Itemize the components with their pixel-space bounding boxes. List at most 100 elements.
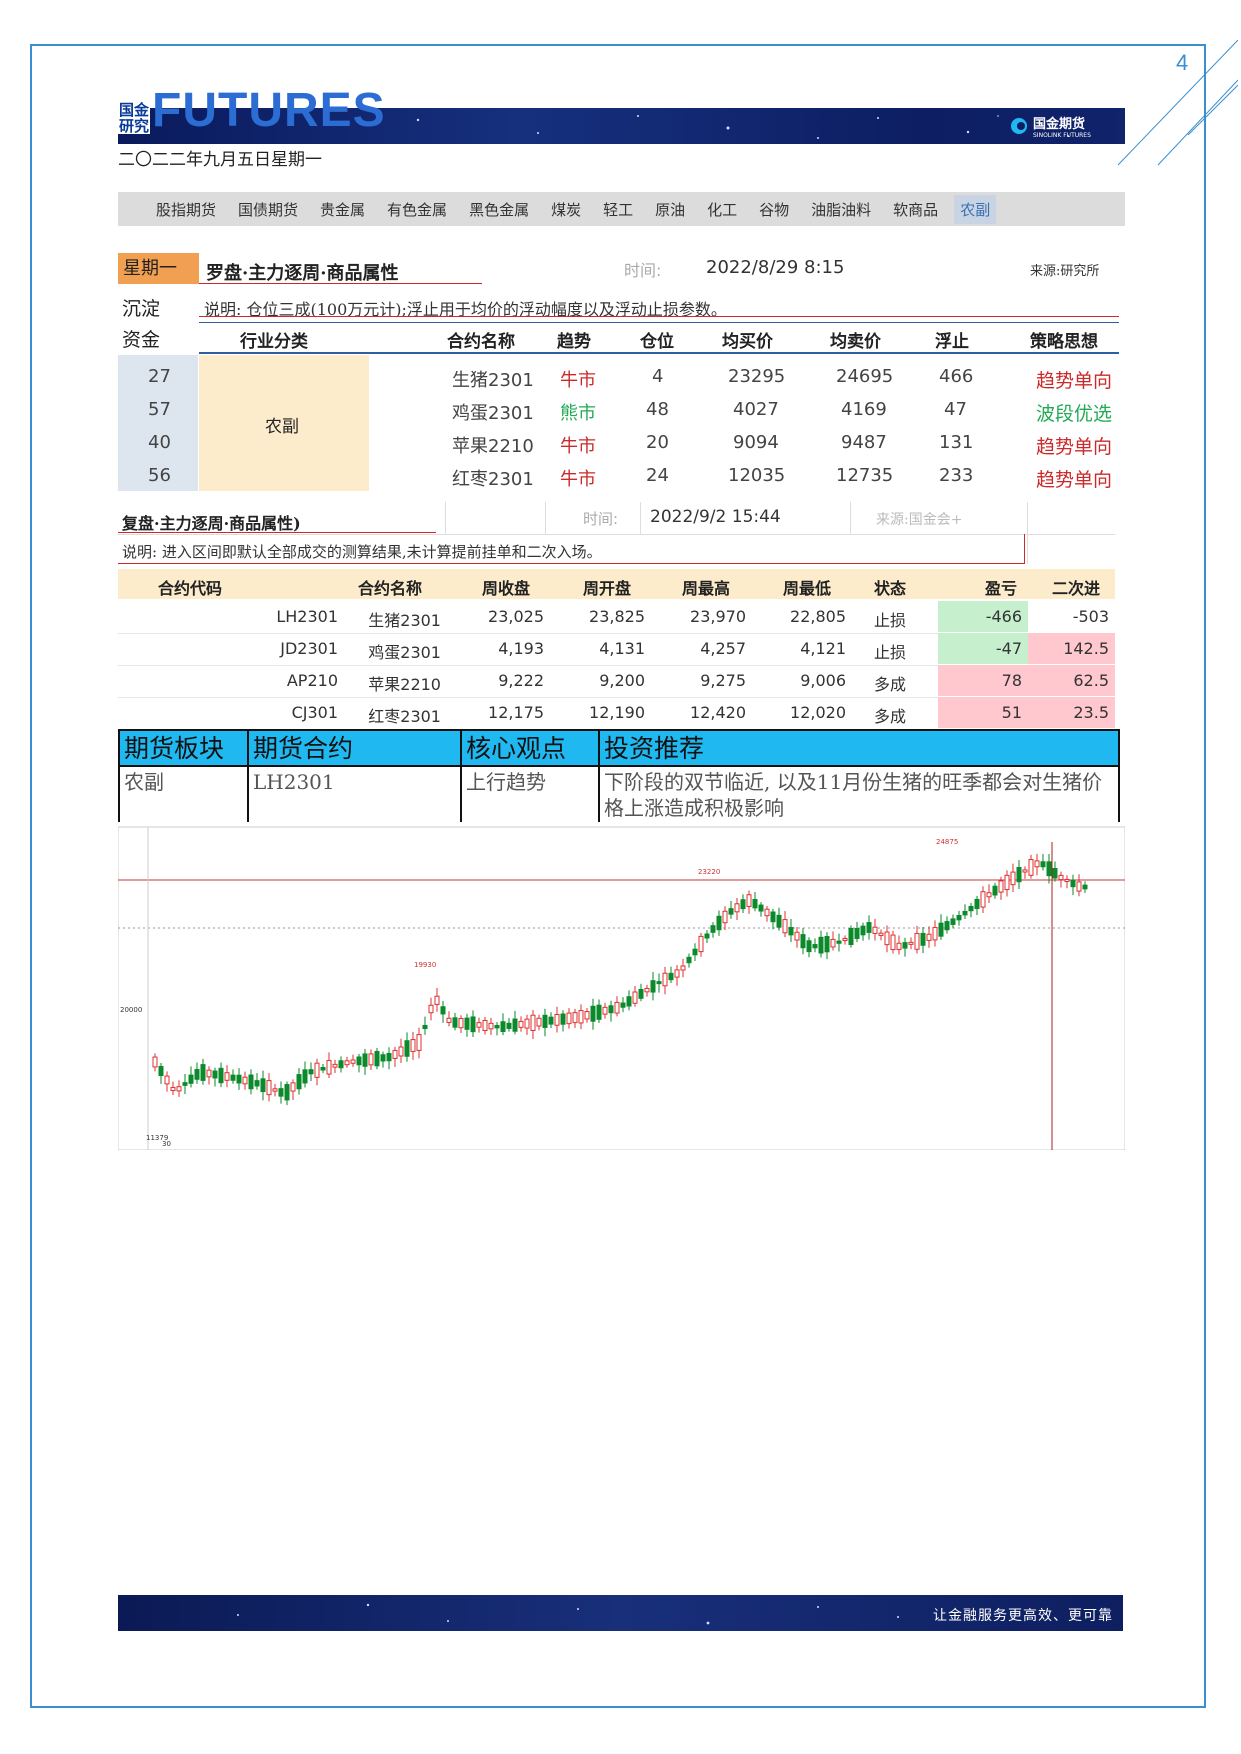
nav-item[interactable]: 有色金属 (387, 199, 447, 220)
nav-item[interactable]: 国债期货 (238, 199, 298, 220)
candle (248, 1074, 254, 1090)
contract-name: 鸡蛋2301 (452, 403, 534, 424)
table2-header-cell: 周开盘 (583, 579, 632, 598)
nav-item[interactable]: 油脂油料 (811, 199, 871, 220)
table2-source: 来源:国金会+ (876, 512, 963, 528)
nav-item[interactable]: 轻工 (603, 199, 633, 220)
table2-header-cell: 合约代码 (158, 579, 223, 598)
table1-header-cell: 浮止 (935, 332, 969, 352)
candle (596, 1004, 602, 1020)
candle (392, 1050, 398, 1059)
candle (896, 942, 902, 950)
footer-slogan: 让金融服务更高效、更可靠 (933, 1608, 1113, 1624)
table2-close: 4,193 (498, 639, 544, 658)
table2-name: 苹果2210 (368, 675, 441, 694)
nav-item[interactable]: 软商品 (893, 199, 938, 220)
table2-low: 9,006 (800, 671, 846, 690)
candle (986, 892, 992, 898)
nav-item[interactable]: 煤炭 (551, 199, 581, 220)
candle (488, 1022, 494, 1030)
candle (704, 933, 710, 939)
candle (302, 1069, 308, 1084)
table2-high: 9,275 (700, 671, 746, 690)
candle (452, 1017, 458, 1028)
chart-label-high: 23220 (698, 868, 720, 876)
candle (548, 1016, 554, 1025)
candle (260, 1078, 266, 1093)
table2-open: 23,825 (589, 607, 645, 626)
candle (956, 914, 962, 921)
candle (626, 996, 632, 1007)
table2-pnl: 78 (938, 665, 1028, 696)
rec-view-col: 核心观点 上行趋势 (460, 729, 600, 824)
table2-header-cell: 周最高 (682, 579, 731, 598)
table2-close: 12,175 (488, 703, 544, 722)
table2-close: 9,222 (498, 671, 544, 690)
candle (560, 1013, 566, 1025)
candle (272, 1088, 278, 1092)
candle (290, 1082, 296, 1092)
candle (686, 956, 692, 964)
candle (884, 931, 890, 946)
candle (1040, 861, 1046, 868)
table2-header-cell: 周最低 (783, 579, 832, 598)
candle (218, 1067, 224, 1084)
avg-buy-value: 4027 (733, 399, 779, 420)
candle (692, 948, 698, 956)
table2-time-label: 时间: (583, 510, 619, 528)
table2-low: 4,121 (800, 639, 846, 658)
table2-low: 12,020 (790, 703, 846, 722)
nav-item[interactable]: 农副 (954, 194, 997, 224)
nav-item[interactable]: 化工 (707, 199, 737, 220)
candle (668, 972, 674, 981)
candle (464, 1017, 470, 1030)
table2-pnl: 51 (938, 697, 1028, 728)
sinolink-logo: 国金期货 SINOLINK FUTURES (1010, 113, 1091, 139)
candle (200, 1064, 206, 1081)
candle (446, 1017, 452, 1023)
table1-header-cell: 行业分类 (240, 332, 308, 352)
candle (950, 918, 956, 925)
candle (734, 903, 740, 913)
candle (362, 1053, 368, 1067)
float-stop-value: 131 (939, 432, 974, 453)
candle (764, 908, 770, 917)
table2-state: 止损 (874, 643, 907, 662)
table2-second: 142.5 (1028, 633, 1115, 664)
float-stop-value: 47 (944, 399, 967, 420)
candle (620, 1002, 626, 1008)
candle (1070, 879, 1076, 888)
candle (752, 898, 758, 909)
table2-code: LH2301 (276, 607, 338, 626)
trend-value: 牛市 (560, 370, 596, 391)
candle (830, 938, 836, 948)
candle (512, 1018, 518, 1032)
strategy-value: 趋势单向 (1036, 469, 1113, 491)
nav-item[interactable]: 黑色金属 (469, 199, 529, 220)
avg-buy-value: 12035 (728, 465, 786, 486)
table2-header-cell: 盈亏 (985, 579, 1018, 598)
candle (254, 1080, 260, 1087)
candle (866, 922, 872, 933)
nav-item[interactable]: 贵金属 (320, 199, 365, 220)
candle (860, 925, 866, 936)
trend-value: 熊市 (560, 403, 596, 424)
candle (530, 1014, 536, 1032)
candle (566, 1012, 572, 1025)
candle (710, 925, 716, 933)
report-date: 二〇二二年九月五日星期一 (118, 150, 322, 170)
fund-value: 57 (148, 399, 171, 420)
nav-item[interactable]: 谷物 (759, 199, 789, 220)
table2-time: 2022/9/2 15:44 (650, 507, 781, 527)
nav-item[interactable]: 原油 (655, 199, 685, 220)
candle (824, 936, 830, 953)
chart-label-peak: 24875 (936, 838, 958, 846)
candle (350, 1059, 356, 1064)
candle (746, 894, 752, 907)
candle (152, 1056, 158, 1068)
candle (386, 1052, 392, 1062)
candle (908, 941, 914, 945)
candle (356, 1056, 362, 1066)
nav-item[interactable]: 股指期货 (156, 199, 216, 220)
chart-frame (117, 826, 1126, 1151)
